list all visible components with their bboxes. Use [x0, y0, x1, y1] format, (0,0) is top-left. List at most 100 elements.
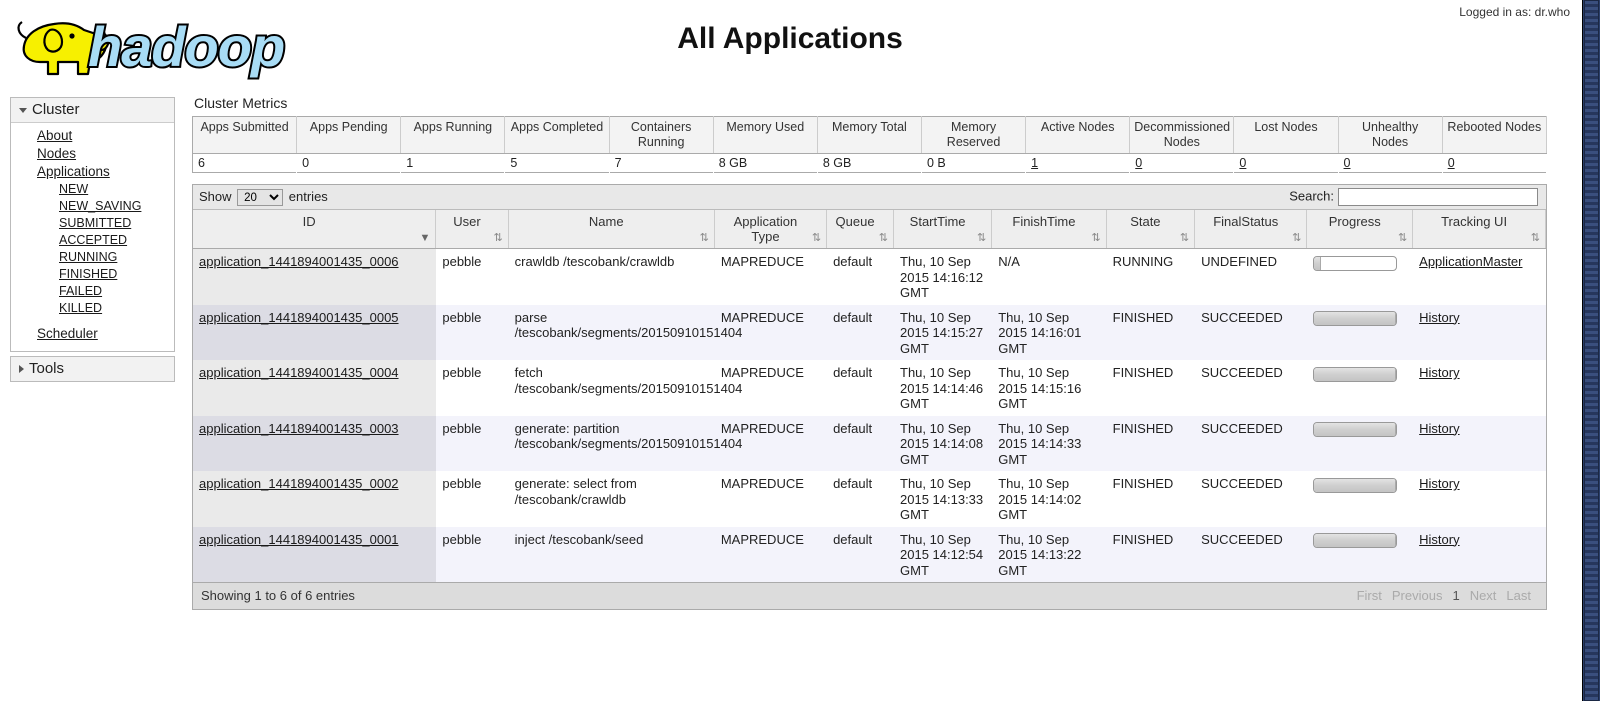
tracking-ui-link[interactable]: History: [1419, 532, 1459, 547]
cell-progress: [1306, 360, 1413, 416]
cluster-metrics-value-row: 6 0 1 5 7 8 GB 8 GB 0 B 1 0 0 0 0: [192, 153, 1547, 173]
col-header-user-label: User: [453, 214, 481, 229]
col-header-application-type[interactable]: Application Type ⇅: [714, 210, 828, 249]
sort-none-icon: ⇅: [1091, 232, 1101, 244]
page-size-select[interactable]: 20 40 60 80 100: [237, 189, 284, 207]
col-header-starttime[interactable]: StartTime ⇅: [893, 210, 993, 249]
pager-page-1[interactable]: 1: [1447, 588, 1464, 603]
cell-finalstatus: SUCCEEDED: [1194, 526, 1307, 582]
decommissioned-nodes-link[interactable]: 0: [1135, 156, 1142, 170]
datatable-footer: Showing 1 to 6 of 6 entries First Previou…: [193, 582, 1546, 609]
sidebar-state-killed[interactable]: KILLED: [11, 300, 174, 317]
metrics-col-active-nodes: Active Nodes: [1025, 116, 1131, 154]
sidebar-state-new-saving[interactable]: NEW_SAVING: [11, 198, 174, 215]
sidebar-tools-header[interactable]: Tools: [11, 357, 174, 381]
cell-name: fetch /tescobank/segments/20150910151404: [508, 360, 742, 416]
sidebar-state-finished[interactable]: FINISHED: [11, 266, 174, 283]
pager-last[interactable]: Last: [1501, 588, 1536, 603]
sidebar-cluster-label: Cluster: [32, 101, 80, 118]
sort-none-icon: ⇅: [699, 232, 709, 244]
metrics-col-rebooted-nodes: Rebooted Nodes: [1442, 116, 1548, 154]
sidebar-state-submitted[interactable]: SUBMITTED: [11, 215, 174, 232]
metrics-col-apps-completed: Apps Completed: [504, 116, 610, 154]
col-header-queue[interactable]: Queue ⇅: [826, 210, 894, 249]
progress-bar: [1313, 255, 1398, 271]
metrics-val-apps-running: 1: [400, 153, 505, 173]
sidebar-item-about[interactable]: About: [11, 127, 174, 145]
sidebar: Cluster About Nodes Applications NEW NEW…: [10, 97, 175, 386]
cell-queue: default: [826, 248, 894, 305]
col-header-id[interactable]: ID ▼: [193, 210, 437, 249]
tracking-ui-link[interactable]: History: [1419, 421, 1459, 436]
progress-bar-fill: [1314, 367, 1397, 381]
metrics-val-memory-used: 8 GB: [713, 153, 818, 173]
sort-none-icon: ⇅: [1179, 232, 1190, 244]
metrics-val-decommissioned-nodes: 0: [1129, 153, 1234, 173]
app-id-link[interactable]: application_1441894001435_0005: [199, 310, 399, 325]
app-id-link[interactable]: application_1441894001435_0004: [199, 365, 399, 380]
col-header-tracking-ui[interactable]: Tracking UI ⇅: [1412, 210, 1546, 249]
col-header-progress[interactable]: Progress ⇅: [1306, 210, 1414, 249]
cell-progress: [1306, 248, 1413, 305]
sidebar-state-running[interactable]: RUNNING: [11, 249, 174, 266]
sidebar-cluster-header[interactable]: Cluster: [11, 98, 174, 123]
app-id-link[interactable]: application_1441894001435_0001: [199, 532, 399, 547]
app-id-link[interactable]: application_1441894001435_0003: [199, 421, 399, 436]
tracking-ui-link[interactable]: ApplicationMaster: [1419, 254, 1522, 269]
tracking-ui-link[interactable]: History: [1419, 310, 1459, 325]
cluster-metrics-title: Cluster Metrics: [194, 95, 288, 111]
col-header-state-label: State: [1130, 214, 1161, 229]
tracking-ui-link[interactable]: History: [1419, 365, 1459, 380]
col-header-user[interactable]: User ⇅: [435, 210, 509, 249]
applications-datatable: Show 20 40 60 80 100 entries Search:: [192, 184, 1547, 610]
col-header-state[interactable]: State ⇅: [1106, 210, 1196, 249]
cell-progress: [1306, 304, 1413, 360]
cell-application-type: MAPREDUCE: [714, 526, 827, 582]
cell-finishtime: Thu, 10 Sep 2015 14:13:22 GMT: [991, 526, 1107, 582]
cell-finishtime: Thu, 10 Sep 2015 14:14:33 GMT: [991, 415, 1107, 471]
metrics-val-lost-nodes: 0: [1233, 153, 1339, 173]
col-header-finishtime[interactable]: FinishTime ⇅: [991, 210, 1107, 249]
unhealthy-nodes-link[interactable]: 0: [1344, 156, 1351, 170]
active-nodes-link[interactable]: 1: [1031, 156, 1038, 170]
main-content: Cluster Metrics Apps Submitted Apps Pend…: [192, 95, 1550, 610]
sidebar-state-new[interactable]: NEW: [11, 181, 174, 198]
pager-first[interactable]: First: [1352, 588, 1387, 603]
search-input[interactable]: [1338, 188, 1538, 206]
pagination: First Previous 1 Next Last: [1352, 588, 1536, 603]
window-scrollbar[interactable]: [1582, 0, 1600, 701]
metrics-val-memory-total: 8 GB: [817, 153, 922, 173]
sidebar-tools-label: Tools: [29, 360, 65, 377]
progress-bar-fill: [1314, 534, 1397, 548]
cell-name: inject /tescobank/seed: [508, 526, 715, 582]
sort-none-icon: ⇅: [878, 232, 888, 244]
col-header-finalstatus[interactable]: FinalStatus ⇅: [1194, 210, 1308, 249]
app-id-link[interactable]: application_1441894001435_0002: [199, 476, 399, 491]
scrollbar-thumb[interactable]: [1584, 0, 1599, 701]
pager-next[interactable]: Next: [1465, 588, 1502, 603]
sidebar-state-failed[interactable]: FAILED: [11, 283, 174, 300]
col-header-name[interactable]: Name ⇅: [508, 210, 715, 249]
rebooted-nodes-link[interactable]: 0: [1448, 156, 1455, 170]
col-header-queue-label: Queue: [835, 214, 875, 229]
cell-starttime: Thu, 10 Sep 2015 14:16:12 GMT: [893, 248, 992, 305]
pager-previous[interactable]: Previous: [1387, 588, 1448, 603]
cluster-metrics-header-row: Apps Submitted Apps Pending Apps Running…: [192, 116, 1548, 154]
cell-finalstatus: SUCCEEDED: [1194, 360, 1307, 416]
sidebar-state-accepted[interactable]: ACCEPTED: [11, 232, 174, 249]
sidebar-item-applications[interactable]: Applications: [11, 163, 174, 181]
applications-table: ID ▼ User ⇅ Name ⇅ Application Type ⇅ Queue ⇅…: [193, 210, 1546, 582]
cell-app-id: application_1441894001435_0002: [193, 471, 436, 527]
cell-user: pebble: [435, 415, 509, 471]
show-label: Show: [199, 189, 232, 204]
tracking-ui-link[interactable]: History: [1419, 476, 1459, 491]
cell-progress: [1306, 526, 1413, 582]
table-row: application_1441894001435_0004 pebble fetc…: [193, 360, 1546, 416]
table-row: application_1441894001435_0003 pebble gene…: [193, 415, 1546, 471]
sidebar-item-nodes[interactable]: Nodes: [11, 145, 174, 163]
lost-nodes-link[interactable]: 0: [1239, 156, 1246, 170]
metrics-col-unhealthy-nodes: Unhealthy Nodes: [1338, 116, 1443, 154]
sidebar-item-scheduler[interactable]: Scheduler: [11, 325, 174, 343]
app-id-link[interactable]: application_1441894001435_0006: [199, 254, 399, 269]
